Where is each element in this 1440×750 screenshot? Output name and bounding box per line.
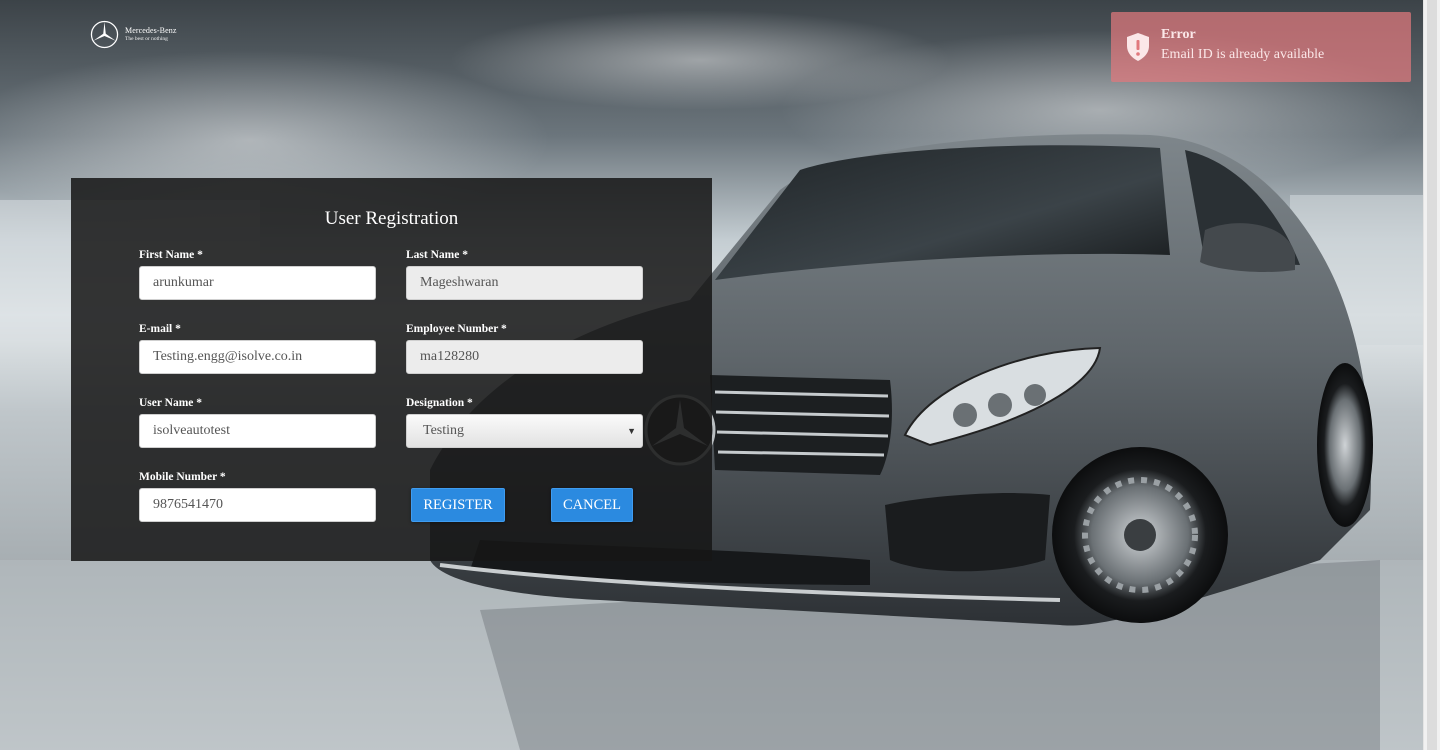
user-name-label: User Name * — [139, 397, 203, 409]
mercedes-star-icon — [90, 20, 119, 49]
form-title: User Registration — [324, 208, 459, 229]
page-scrollbar[interactable] — [1423, 0, 1440, 750]
mobile-number-input[interactable] — [139, 488, 376, 522]
shield-alert-icon — [1127, 33, 1149, 61]
last-name-label: Last Name * — [406, 249, 468, 261]
registration-form-panel: User Registration First Name * Last Name… — [71, 178, 712, 561]
dropdown-arrow-icon: ▼ — [627, 426, 636, 436]
first-name-label: First Name * — [139, 249, 203, 261]
scrollbar-thumb[interactable] — [1427, 0, 1437, 750]
designation-select[interactable]: Testing ▼ — [406, 414, 643, 448]
designation-selected-value: Testing — [423, 423, 465, 438]
employee-number-label: Employee Number * — [406, 323, 507, 335]
cancel-button[interactable]: CANCEL — [551, 488, 633, 522]
mobile-number-label: Mobile Number * — [139, 471, 226, 483]
brand-logo[interactable]: Mercedes-Benz The best or nothing — [90, 20, 177, 49]
logo-brand-name: Mercedes-Benz — [125, 25, 177, 35]
designation-label: Designation * — [406, 397, 473, 409]
toast-message: Email ID is already available — [1161, 47, 1325, 62]
toast-title: Error — [1161, 27, 1196, 42]
user-name-input[interactable] — [139, 414, 376, 448]
register-button[interactable]: REGISTER — [411, 488, 505, 522]
logo-tagline: The best or nothing — [125, 35, 168, 42]
first-name-input[interactable] — [139, 266, 376, 300]
employee-number-input[interactable] — [406, 340, 643, 374]
last-name-input[interactable] — [406, 266, 643, 300]
error-toast[interactable]: Error Email ID is already available — [1111, 12, 1411, 82]
email-label: E-mail * — [139, 323, 181, 335]
email-input[interactable] — [139, 340, 376, 374]
